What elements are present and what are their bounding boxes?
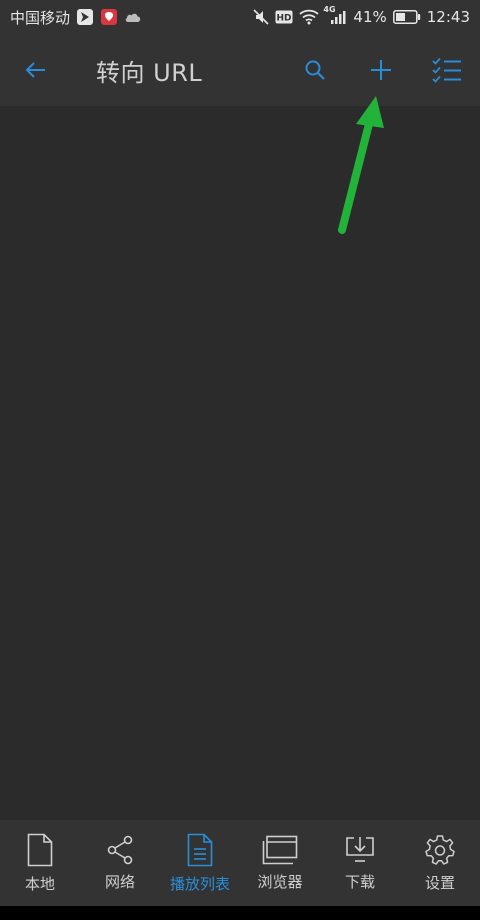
hd-icon: HD bbox=[275, 9, 293, 25]
url-list-area bbox=[0, 106, 480, 820]
back-icon bbox=[25, 62, 45, 78]
file-icon bbox=[27, 833, 53, 867]
wifi-icon bbox=[299, 9, 320, 25]
nav-playlist[interactable]: 播放列表 bbox=[160, 820, 240, 906]
nav-label: 播放列表 bbox=[169, 875, 230, 893]
nav-download[interactable]: 下载 bbox=[320, 820, 400, 906]
nav-label: 设置 bbox=[424, 874, 455, 892]
nav-label: 下载 bbox=[344, 873, 375, 891]
network-type: 4G bbox=[323, 5, 336, 14]
battery-percent: 41% bbox=[353, 8, 387, 26]
gear-icon bbox=[425, 835, 455, 865]
carrier-name: 中国移动 bbox=[10, 8, 71, 27]
status-right: HD 4G 41% 12:43 bbox=[253, 5, 470, 26]
cloud-icon bbox=[124, 10, 142, 24]
nav-settings[interactable]: 设置 bbox=[400, 820, 480, 906]
back-button[interactable] bbox=[0, 34, 72, 106]
nav-label: 本地 bbox=[24, 875, 55, 893]
page-title: 转向 URL bbox=[96, 58, 203, 87]
mute-icon bbox=[253, 9, 269, 25]
nav-label: 网络 bbox=[104, 873, 135, 891]
bottom-nav: 本地 网络 播放列表 浏览器 下载 设置 bbox=[0, 820, 480, 906]
nav-browser[interactable]: 浏览器 bbox=[240, 820, 320, 906]
search-icon bbox=[305, 60, 325, 80]
battery-icon bbox=[392, 10, 421, 24]
signal-icon: 4G bbox=[323, 5, 347, 25]
add-icon bbox=[371, 60, 391, 80]
toolbar: 转向 URL bbox=[0, 34, 480, 106]
share-icon bbox=[107, 835, 133, 865]
system-nav-strip bbox=[0, 906, 480, 920]
status-bar: 中国移动 HD 4G 41% 12:43 bbox=[0, 0, 480, 34]
select-list-icon bbox=[432, 57, 461, 83]
nav-label: 浏览器 bbox=[257, 873, 303, 891]
clock: 12:43 bbox=[426, 8, 470, 26]
download-icon bbox=[346, 837, 374, 862]
browser-icon bbox=[262, 835, 298, 865]
svg-text:HD: HD bbox=[277, 14, 292, 24]
app-notification-icon bbox=[100, 8, 118, 26]
add-url-button[interactable] bbox=[348, 34, 414, 106]
status-left: 中国移动 bbox=[10, 7, 142, 28]
multi-select-button[interactable] bbox=[414, 34, 480, 106]
nav-local[interactable]: 本地 bbox=[0, 820, 80, 906]
nav-network[interactable]: 网络 bbox=[80, 820, 160, 906]
playlist-icon bbox=[187, 833, 213, 867]
search-button[interactable] bbox=[282, 34, 348, 106]
send-icon bbox=[76, 8, 94, 26]
